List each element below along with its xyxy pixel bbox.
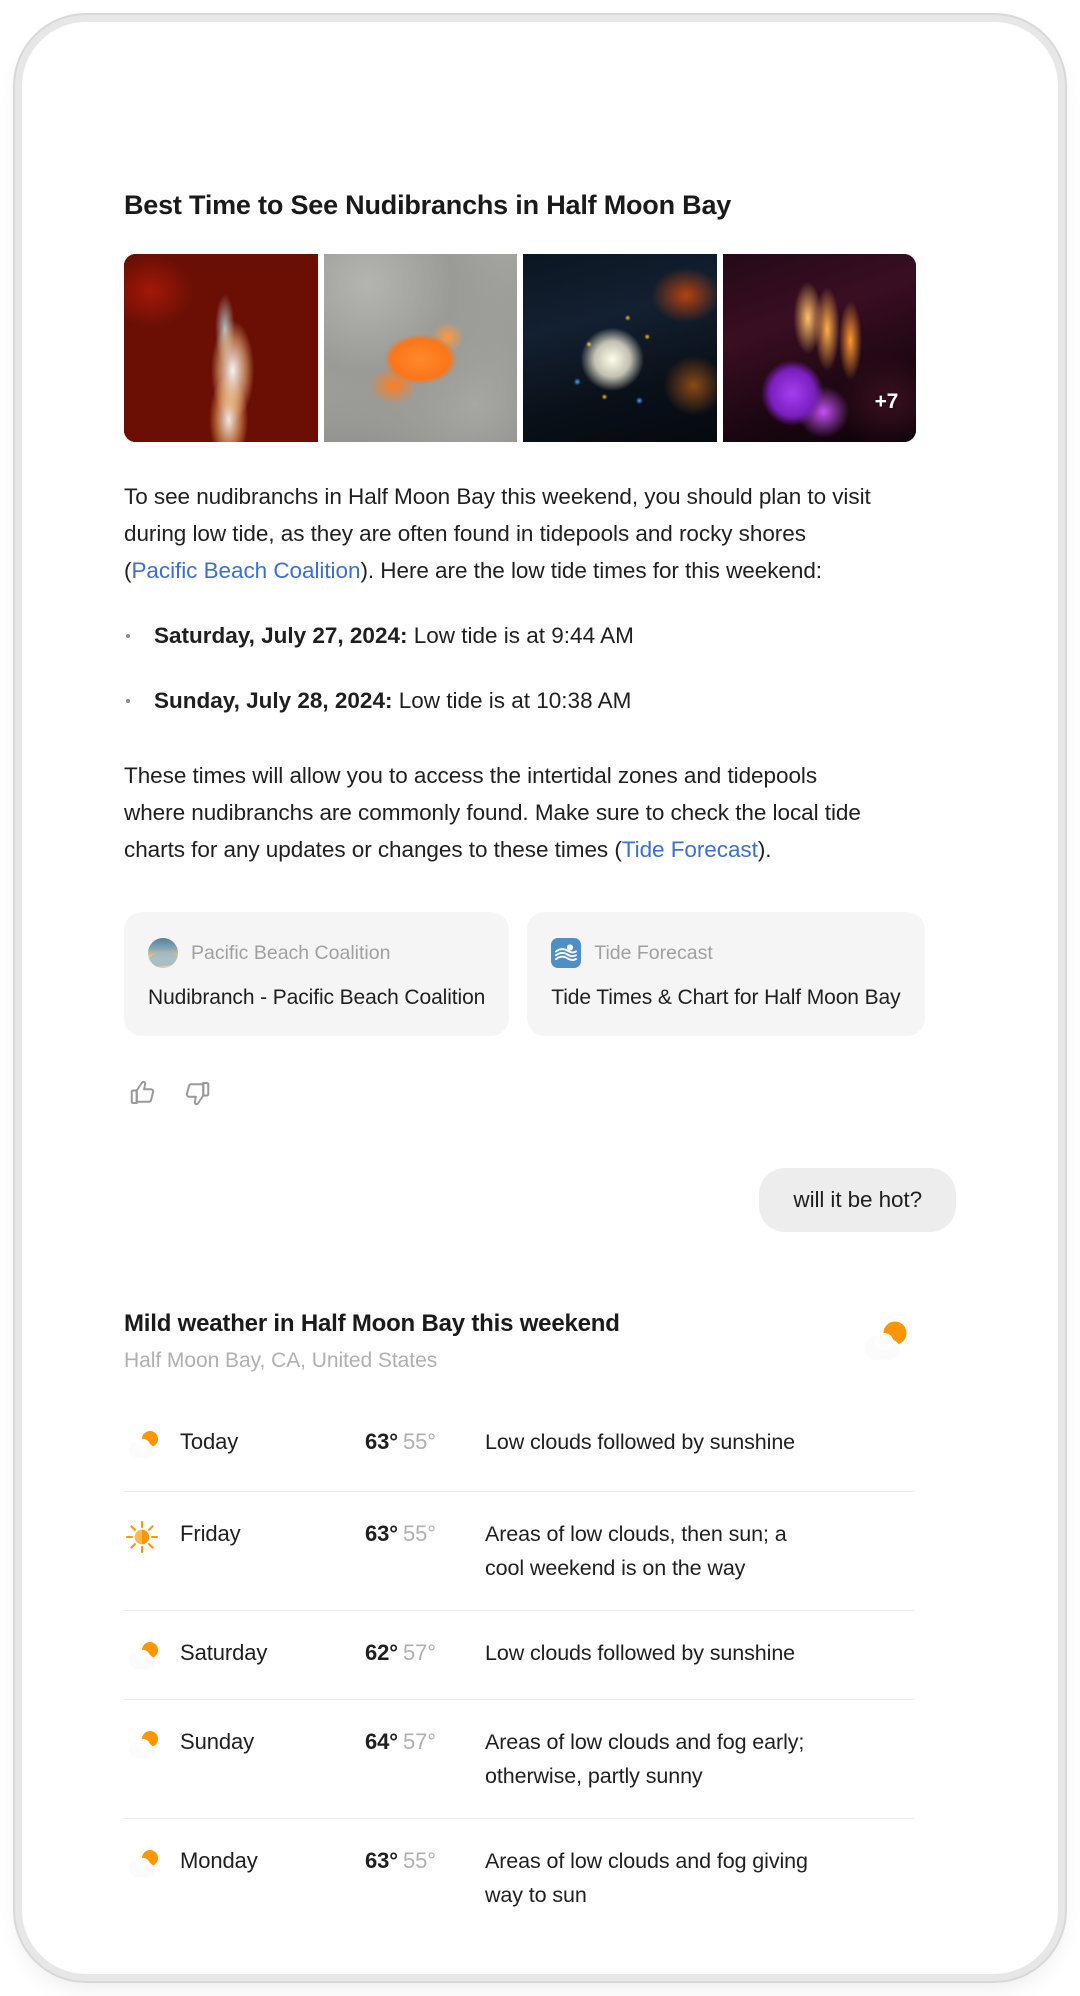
user-message-bubble: will it be hot? xyxy=(759,1168,956,1232)
nudibranch-photo-1 xyxy=(124,254,318,442)
source-site-name: Pacific Beach Coalition xyxy=(191,941,391,964)
image-gallery[interactable]: +7 xyxy=(124,254,916,442)
source-card-pacific-beach-coalition[interactable]: Pacific Beach Coalition Nudibranch - Pac… xyxy=(124,912,510,1036)
list-item: Sunday, July 28, 2024: Low tide is at 10… xyxy=(124,682,884,719)
tide-bullet-label: Saturday, July 27, 2024: xyxy=(154,623,408,648)
sunny-icon xyxy=(124,1519,180,1555)
table-row: Saturday 62° 57° Low clouds followed by s… xyxy=(124,1610,914,1699)
screenshot-root: Best Time to See Nudibranchs in Half Moo… xyxy=(0,0,1080,1996)
weather-title: Mild weather in Half Moon Bay this weeke… xyxy=(124,1310,620,1337)
forecast-high: 64° xyxy=(365,1729,398,1754)
paragraph-2-text-after: ). xyxy=(757,837,772,862)
partly-cloudy-icon xyxy=(124,1846,180,1882)
forecast-low: 55° xyxy=(402,1848,436,1873)
tide-bullet-label: Sunday, July 28, 2024: xyxy=(154,688,393,713)
forecast-description: Areas of low clouds and fog early; other… xyxy=(485,1730,805,1788)
weather-header-text: Mild weather in Half Moon Bay this weeke… xyxy=(124,1310,620,1373)
forecast-high: 63° xyxy=(365,1429,398,1454)
pacific-beach-coalition-link[interactable]: Pacific Beach Coalition xyxy=(131,558,360,583)
source-cards: Pacific Beach Coalition Nudibranch - Pac… xyxy=(124,912,925,1036)
table-row: Friday 63° 55° Areas of low clouds, then … xyxy=(124,1491,914,1610)
table-row: Today 63° 55° Low clouds followed by suns… xyxy=(124,1407,914,1491)
feedback-controls xyxy=(128,1078,990,1108)
source-card-header: Tide Forecast xyxy=(551,938,900,968)
paragraph-1-text-after: ). Here are the low tide times for this … xyxy=(360,558,822,583)
forecast-high: 63° xyxy=(365,1848,398,1873)
source-site-name: Tide Forecast xyxy=(594,941,713,964)
table-row: Monday 63° 55° Areas of low clouds and fo… xyxy=(124,1818,914,1937)
thumbs-down-icon[interactable] xyxy=(182,1078,212,1108)
beach-photo-icon xyxy=(148,938,178,968)
gallery-more-badge[interactable]: +7 xyxy=(875,390,899,414)
answer-paragraph-1: To see nudibranchs in Half Moon Bay this… xyxy=(124,478,884,589)
table-row: Sunday 64° 57° Areas of low clouds and fo… xyxy=(124,1699,914,1818)
partly-cloudy-icon xyxy=(124,1727,180,1763)
source-page-title: Tide Times & Chart for Half Moon Bay xyxy=(551,986,901,1009)
assistant-answer-block: Best Time to See Nudibranchs in Half Moo… xyxy=(90,190,990,1108)
forecast-temps: 64° 57° xyxy=(365,1725,485,1759)
partly-cloudy-icon xyxy=(124,1638,180,1674)
source-page-title: Nudibranch - Pacific Beach Coalition xyxy=(148,986,486,1009)
answer-paragraph-2: These times will allow you to access the… xyxy=(124,757,884,868)
gallery-thumbnail-2[interactable] xyxy=(323,254,517,442)
forecast-description: Low clouds followed by sunshine xyxy=(485,1430,796,1454)
tide-bullet-value: Low tide is at 10:38 AM xyxy=(392,688,632,713)
forecast-description: Areas of low clouds, then sun; a cool we… xyxy=(485,1522,787,1580)
tide-forecast-link[interactable]: Tide Forecast xyxy=(622,837,758,862)
forecast-temps: 63° 55° xyxy=(365,1517,485,1551)
thumbs-up-icon[interactable] xyxy=(128,1078,158,1108)
forecast-low: 55° xyxy=(402,1429,436,1454)
device-screen: Best Time to See Nudibranchs in Half Moo… xyxy=(58,58,1022,1938)
source-card-tide-forecast[interactable]: Tide Forecast Tide Times & Chart for Hal… xyxy=(527,912,925,1036)
forecast-day: Today xyxy=(180,1429,239,1454)
conversation-scroll[interactable]: Best Time to See Nudibranchs in Half Moo… xyxy=(58,58,1022,1937)
tide-bullet-value: Low tide is at 9:44 AM xyxy=(407,623,634,648)
nudibranch-photo-3 xyxy=(523,254,717,442)
tide-waves-icon xyxy=(551,938,582,968)
source-card-header: Pacific Beach Coalition xyxy=(148,938,485,968)
forecast-description: Areas of low clouds and fog giving way t… xyxy=(485,1849,808,1907)
forecast-low: 57° xyxy=(402,1729,436,1754)
weather-card: Mild weather in Half Moon Bay this weeke… xyxy=(124,1310,914,1937)
tide-times-list: Saturday, July 27, 2024: Low tide is at … xyxy=(124,617,884,719)
forecast-low: 55° xyxy=(402,1521,436,1546)
gallery-thumbnail-1[interactable] xyxy=(124,254,318,442)
user-message-row: will it be hot? xyxy=(90,1168,990,1232)
forecast-day: Friday xyxy=(180,1521,241,1546)
weather-location: Half Moon Bay, CA, United States xyxy=(124,1349,438,1372)
answer-headline: Best Time to See Nudibranchs in Half Moo… xyxy=(124,190,732,220)
forecast-temps: 62° 57° xyxy=(365,1636,485,1670)
forecast-description: Low clouds followed by sunshine xyxy=(485,1641,796,1665)
weather-forecast-list: Today 63° 55° Low clouds followed by suns… xyxy=(124,1407,914,1937)
gallery-thumbnail-4[interactable]: +7 xyxy=(722,254,916,442)
forecast-day: Sunday xyxy=(180,1729,255,1754)
forecast-high: 63° xyxy=(365,1521,398,1546)
partly-cloudy-icon xyxy=(124,1427,180,1463)
device-frame: Best Time to See Nudibranchs in Half Moo… xyxy=(22,22,1058,1974)
forecast-day: Monday xyxy=(180,1848,258,1873)
forecast-temps: 63° 55° xyxy=(365,1844,485,1878)
list-item: Saturday, July 27, 2024: Low tide is at … xyxy=(124,617,884,654)
partly-cloudy-icon xyxy=(858,1316,914,1366)
weather-card-header: Mild weather in Half Moon Bay this weeke… xyxy=(124,1310,914,1373)
forecast-day: Saturday xyxy=(180,1640,268,1665)
forecast-temps: 63° 55° xyxy=(365,1425,485,1459)
nudibranch-photo-2 xyxy=(323,254,517,442)
gallery-thumbnail-3[interactable] xyxy=(523,254,717,442)
forecast-low: 57° xyxy=(402,1640,436,1665)
forecast-high: 62° xyxy=(365,1640,398,1665)
